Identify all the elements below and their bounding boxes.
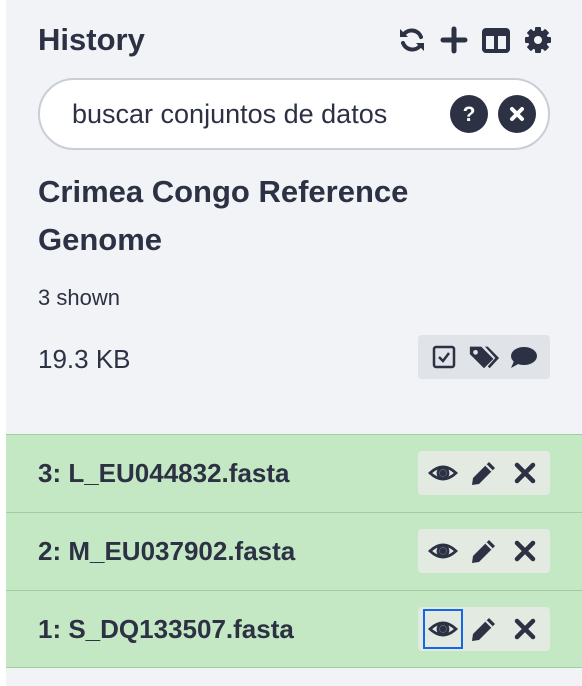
eye-icon[interactable] [423, 453, 463, 493]
header-toolbar [396, 24, 554, 56]
dataset-item[interactable]: 3: L_EU044832.fasta [6, 434, 582, 512]
svg-text:?: ? [463, 103, 476, 125]
delete-icon[interactable] [505, 453, 545, 493]
history-size: 19.3 KB [38, 344, 131, 374]
eye-icon[interactable] [423, 531, 463, 571]
history-header: History [38, 20, 554, 60]
clear-icon[interactable] [498, 95, 536, 133]
dataset-list: 3: L_EU044832.fasta 2: M_EU037902.fasta … [6, 434, 582, 668]
select-checkbox-icon[interactable] [428, 341, 460, 373]
delete-icon[interactable] [505, 609, 545, 649]
plus-icon[interactable] [438, 24, 470, 56]
history-name[interactable]: Crimea Congo Reference Genome [38, 168, 498, 264]
delete-icon[interactable] [505, 531, 545, 571]
refresh-icon[interactable] [396, 24, 428, 56]
gear-icon[interactable] [522, 24, 554, 56]
search-input[interactable] [72, 98, 440, 130]
comment-icon[interactable] [508, 341, 540, 373]
shown-count[interactable]: 3 shown [38, 285, 120, 311]
pencil-icon[interactable] [464, 453, 504, 493]
eye-icon[interactable] [422, 609, 463, 649]
dataset-actions [418, 529, 550, 573]
columns-icon[interactable] [480, 24, 512, 56]
dataset-actions [418, 607, 550, 651]
pencil-icon[interactable] [464, 531, 504, 571]
dataset-item[interactable]: 1: S_DQ133507.fasta [6, 590, 582, 668]
panel-title: History [38, 22, 145, 57]
history-actions [418, 335, 550, 379]
help-icon[interactable]: ? [450, 95, 488, 133]
history-panel: History buscar conjuntos de datos ? Crim… [6, 0, 582, 686]
search-box: ? [38, 78, 550, 150]
dataset-actions [418, 451, 550, 495]
dataset-item[interactable]: 2: M_EU037902.fasta [6, 512, 582, 590]
tags-icon[interactable] [468, 341, 500, 373]
pencil-icon[interactable] [464, 609, 504, 649]
